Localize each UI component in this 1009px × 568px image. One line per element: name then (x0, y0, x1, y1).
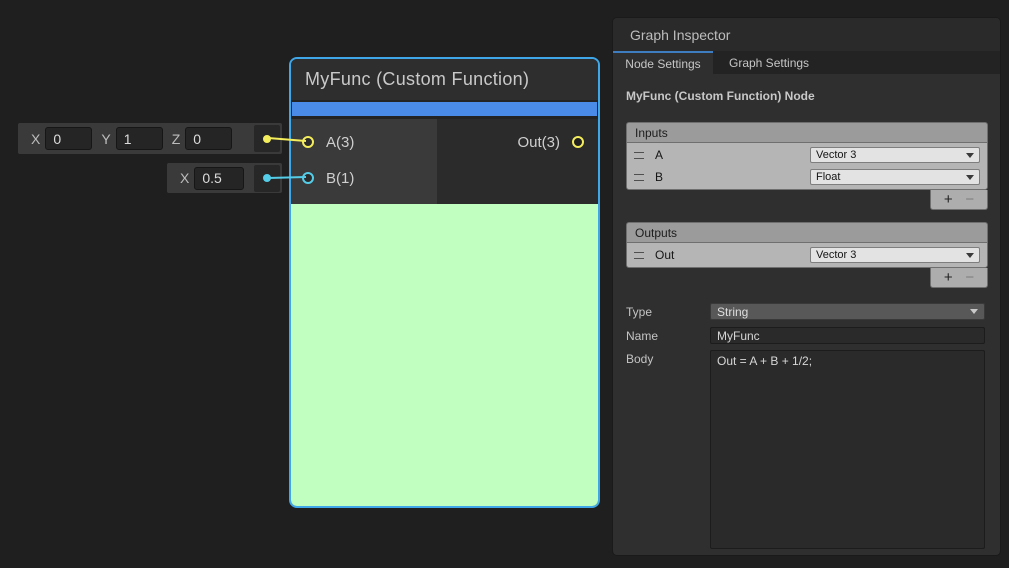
node-preview (291, 204, 598, 506)
node-output-ports: Out(3) (437, 119, 598, 204)
tab-node-settings-label: Node Settings (625, 57, 700, 71)
drag-handle-icon[interactable] (634, 152, 644, 159)
table-row: A Vector 3 (627, 144, 987, 166)
outputs-list-body: Out Vector 3 (626, 242, 988, 268)
port-b-label: B(1) (326, 170, 354, 187)
inputs-list-header: Inputs (626, 122, 988, 142)
outputs-list-buttons: + − (930, 268, 988, 288)
type-value: String (717, 305, 748, 319)
remove-output-button[interactable]: − (965, 270, 974, 285)
input-a-type-dropdown[interactable]: Vector 3 (810, 147, 980, 163)
inspector-header[interactable]: Graph Inspector (613, 18, 1000, 51)
type-label: Type (626, 303, 710, 319)
chevron-down-icon (970, 309, 978, 314)
tab-graph-settings[interactable]: Graph Settings (713, 51, 825, 74)
add-output-button[interactable]: + (944, 270, 953, 285)
x-component-label: X (180, 170, 189, 186)
float-connector-stub (254, 165, 280, 192)
graph-inspector-panel: Graph Inspector Node Settings Graph Sett… (612, 17, 1001, 556)
float-value-field[interactable] (194, 167, 244, 190)
inputs-list-body: A Vector 3 B Float (626, 142, 988, 190)
z-component-field[interactable] (185, 127, 232, 150)
type-dropdown[interactable]: String (710, 303, 985, 320)
input-a-type-value: Vector 3 (816, 149, 856, 161)
node-port-area: A(3) B(1) Out(3) (291, 119, 598, 204)
drag-handle-icon[interactable] (634, 252, 644, 259)
input-b-type-value: Float (816, 171, 840, 183)
port-a-connector-icon[interactable] (302, 136, 314, 148)
outputs-list: Outputs Out Vector 3 + − (626, 222, 988, 288)
body-label: Body (626, 350, 710, 366)
function-name-field[interactable]: MyFunc (710, 327, 985, 344)
y-component-field[interactable] (116, 127, 163, 150)
body-field-row: Body Out = A + B + 1/2; (626, 350, 987, 549)
float-connector-dot-icon (263, 174, 271, 182)
node-title: MyFunc (Custom Function) (305, 69, 529, 90)
chevron-down-icon (966, 253, 974, 258)
drag-handle-icon[interactable] (634, 174, 644, 181)
input-port-a[interactable]: A(3) (291, 127, 437, 157)
input-b-type-dropdown[interactable]: Float (810, 169, 980, 185)
tab-graph-settings-label: Graph Settings (729, 56, 809, 70)
x-component-field[interactable] (45, 127, 92, 150)
inputs-list-buttons: + − (930, 190, 988, 210)
function-body-textarea[interactable]: Out = A + B + 1/2; (710, 350, 985, 549)
node-title-bar[interactable]: MyFunc (Custom Function) (291, 59, 598, 100)
chevron-down-icon (966, 175, 974, 180)
output-port-out[interactable]: Out(3) (437, 127, 598, 157)
name-label: Name (626, 327, 710, 343)
input-port-b[interactable]: B(1) (291, 163, 437, 193)
inputs-list-footer: + − (626, 190, 988, 210)
vector3-port-input-widget: X Y Z (18, 123, 282, 154)
vector3-connector-stub (254, 125, 280, 152)
z-component-label: Z (172, 131, 181, 147)
port-out-label: Out(3) (517, 134, 560, 151)
shader-graph-canvas[interactable]: X Y Z X MyFunc (Custom Function) A(3) (0, 0, 1009, 568)
output-out-type-value: Vector 3 (816, 249, 856, 261)
outputs-list-footer: + − (626, 268, 988, 288)
inspector-title: Graph Inspector (630, 27, 730, 43)
y-component-label: Y (101, 131, 110, 147)
function-name-value: MyFunc (717, 329, 760, 343)
custom-function-node[interactable]: MyFunc (Custom Function) A(3) B(1) Out(3… (289, 57, 600, 508)
table-row: Out Vector 3 (627, 244, 987, 266)
inspector-node-heading: MyFunc (Custom Function) Node (626, 89, 987, 103)
remove-input-button[interactable]: − (965, 192, 974, 207)
name-field-row: Name MyFunc (626, 327, 987, 344)
add-input-button[interactable]: + (944, 192, 953, 207)
output-out-type-dropdown[interactable]: Vector 3 (810, 247, 980, 263)
node-accent-bar (292, 102, 597, 116)
port-out-connector-icon[interactable] (572, 136, 584, 148)
inspector-tab-bar: Node Settings Graph Settings (613, 51, 1000, 74)
outputs-list-header: Outputs (626, 222, 988, 242)
type-field-row: Type String (626, 303, 987, 320)
float-port-input-widget: X (167, 163, 282, 193)
chevron-down-icon (966, 153, 974, 158)
table-row: B Float (627, 166, 987, 188)
port-b-connector-icon[interactable] (302, 172, 314, 184)
port-a-label: A(3) (326, 134, 354, 151)
output-out-name: Out (655, 248, 674, 262)
tab-node-settings[interactable]: Node Settings (613, 51, 713, 74)
x-component-label: X (31, 131, 40, 147)
inspector-content: MyFunc (Custom Function) Node Inputs A V… (613, 74, 1000, 556)
vector3-connector-dot-icon (263, 135, 271, 143)
input-a-name: A (655, 148, 663, 162)
input-b-name: B (655, 170, 663, 184)
inputs-list: Inputs A Vector 3 B Float (626, 122, 988, 210)
node-input-ports: A(3) B(1) (291, 119, 437, 204)
